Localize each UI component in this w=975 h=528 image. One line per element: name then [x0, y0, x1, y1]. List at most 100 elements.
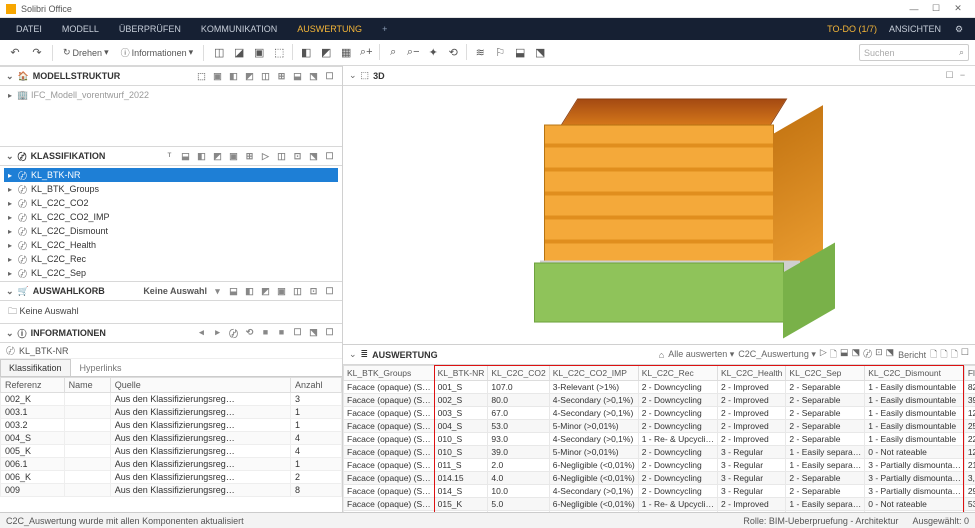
ausw-col-header[interactable]: KL_C2C_Health	[717, 366, 785, 381]
klass-hdr-icon-10[interactable]: ☐	[323, 151, 336, 162]
undo-button[interactable]: ↶	[6, 44, 24, 62]
info-table[interactable]: ReferenzNameQuelleAnzahl 002_KAus den Kl…	[0, 377, 342, 497]
info-col-header[interactable]: Name	[64, 378, 110, 393]
info-hdr-icon-1[interactable]: ▸	[211, 327, 224, 340]
info-hdr-icon-4[interactable]: ■	[259, 327, 272, 340]
settings-gear-icon[interactable]: ⚙	[949, 24, 969, 35]
table-row[interactable]: Facace (opaque) (S…010_S39.05-Minor (>0,…	[344, 446, 975, 459]
info-hdr-icon-6[interactable]: ☐	[291, 327, 304, 340]
toolbar-icon-15[interactable]: ⬔	[531, 44, 549, 62]
table-row[interactable]: 003.1Aus den Klassifizierungsreg…1	[1, 406, 342, 419]
panel-header-3d[interactable]: ⌄ ⬚ 3D ☐−	[343, 66, 975, 86]
klass-hdr-icon-3[interactable]: ◩	[211, 151, 224, 162]
info-dropdown[interactable]: ⓘ Informationen ▾	[117, 46, 198, 59]
menu-item-überprüfen[interactable]: ÜBERPRÜFEN	[109, 18, 191, 40]
toolbar-icon-7[interactable]: ⌕+	[357, 44, 375, 62]
ausw-hdr-icon-2[interactable]: ⬓	[840, 347, 849, 363]
klass-hdr-icon-8[interactable]: ⊡	[291, 151, 304, 162]
auswahl-hdr-icon-2[interactable]: ◧	[243, 286, 256, 297]
collapse-icon[interactable]: ⌄	[349, 70, 357, 81]
auswahl-hdr-icon-1[interactable]: ⬓	[227, 286, 240, 297]
report-button[interactable]: Bericht	[898, 350, 926, 360]
toolbar-icon-4[interactable]: ◧	[297, 44, 315, 62]
ausw-hdr-icon-6[interactable]: ⬔	[886, 347, 895, 363]
info-hdr-icon-8[interactable]: ☐	[323, 327, 336, 340]
auswertung-table[interactable]: KL_BTK_GroupsKL_BTK-NRKL_C2C_CO2KL_C2C_C…	[343, 365, 975, 528]
ausw-report-icon-0[interactable]: 🗋	[930, 347, 937, 363]
klass-node[interactable]: ▸〄KL_BTK_Groups	[4, 182, 338, 196]
table-row[interactable]: 006_KAus den Klassifizierungsreg…2	[1, 471, 342, 484]
evaluation-select[interactable]: C2C_Auswertung ▾	[738, 349, 816, 360]
ausw-col-header[interactable]: KL_C2C_Rec	[638, 366, 717, 381]
menu-item-auswertung[interactable]: AUSWERTUNG	[287, 18, 372, 40]
table-row[interactable]: 004_SAus den Klassifizierungsreg…4	[1, 432, 342, 445]
info-hdr-icon-5[interactable]: ■	[275, 327, 288, 340]
table-row[interactable]: Facace (opaque) (S…003_S67.04-Secondary …	[344, 407, 975, 420]
panel-header-auswertung[interactable]: ⌄ ≣ AUSWERTUNG ⌂ Alle auswerten ▾ C2C_Au…	[343, 345, 975, 365]
klass-node[interactable]: ▸〄KL_C2C_CO2	[4, 196, 338, 210]
rotate-dropdown[interactable]: ↻ Drehen ▾	[59, 47, 113, 58]
collapse-icon[interactable]: ⌄	[6, 286, 14, 297]
collapse-icon[interactable]: ⌄	[6, 71, 14, 82]
table-row[interactable]: Facace (opaque) (S…014_S10.04-Secondary …	[344, 485, 975, 498]
toolbar-icon-11[interactable]: ⟲	[444, 44, 462, 62]
info-col-header[interactable]: Referenz	[1, 378, 65, 393]
selection-dropdown[interactable]: Keine Auswahl	[139, 286, 211, 296]
klass-node[interactable]: ▸〄KL_BTK-NR	[4, 168, 338, 182]
auswahl-hdr-icon-4[interactable]: ▣	[275, 286, 288, 297]
info-col-header[interactable]: Quelle	[110, 378, 290, 393]
toolbar-icon-8[interactable]: ⌕	[384, 44, 402, 62]
ausw-col-header[interactable]: KL_C2C_CO2_IMP	[549, 366, 638, 381]
table-row[interactable]: Facace (opaque) (S…010_S93.04-Secondary …	[344, 433, 975, 446]
auswahl-hdr-icon-6[interactable]: ⊡	[307, 286, 320, 297]
auswahl-hdr-icon-0[interactable]: ▾	[211, 286, 224, 297]
model-hdr-icon-2[interactable]: ◧	[227, 71, 240, 82]
ausw-hdr-icon-4[interactable]: 〄	[863, 347, 872, 363]
evaluate-all-dropdown[interactable]: Alle auswerten ▾	[668, 349, 734, 360]
toolbar-icon-1[interactable]: ◪	[230, 44, 248, 62]
toolbar-icon-14[interactable]: ⬓	[511, 44, 529, 62]
ausw-hdr-icon-1[interactable]: 🗋	[830, 347, 837, 363]
klass-node[interactable]: ▸〄KL_C2C_Sep	[4, 266, 338, 280]
klass-hdr-icon-6[interactable]: ▷	[259, 151, 272, 162]
ausw-col-header[interactable]: KL_C2C_CO2	[488, 366, 549, 381]
ausw-col-header[interactable]: KL_BTK-NR	[434, 366, 488, 381]
panel-header-informationen[interactable]: ⌄ ⓘ INFORMATIONEN ◂▸〄⟲■■☐⬔☐	[0, 323, 342, 343]
window-maximize-button[interactable]: ☐	[925, 3, 947, 14]
model-hdr-icon-1[interactable]: ▣	[211, 71, 224, 82]
menu-item-modell[interactable]: MODELL	[52, 18, 109, 40]
table-row[interactable]: Facace (opaque) (S…004_S53.05-Minor (>0,…	[344, 420, 975, 433]
toolbar-icon-10[interactable]: ✦	[424, 44, 442, 62]
ausw-col-header[interactable]: KL_C2C_Sep	[786, 366, 865, 381]
view3d-hdr-icon-1[interactable]: −	[956, 70, 969, 80]
toolbar-icon-13[interactable]: ⚐	[491, 44, 509, 62]
panel-header-auswahlkorb[interactable]: ⌄ 🛒 AUSWAHLKORB Keine Auswahl ▾⬓◧◩▣◫⊡☐	[0, 281, 342, 301]
view3d-hdr-icon-0[interactable]: ☐	[943, 70, 956, 81]
ausw-report-icon-3[interactable]: ☐	[961, 347, 969, 363]
klass-node[interactable]: ▸〄KL_C2C_Rec	[4, 252, 338, 266]
3d-viewport[interactable]	[343, 86, 975, 344]
window-close-button[interactable]: ✕	[947, 3, 969, 14]
model-hdr-icon-8[interactable]: ☐	[323, 71, 336, 82]
toolbar-icon-2[interactable]: ▣	[250, 44, 268, 62]
model-hdr-icon-7[interactable]: ⬔	[307, 71, 320, 82]
toolbar-icon-6[interactable]: ▦	[337, 44, 355, 62]
model-hdr-icon-3[interactable]: ◩	[243, 71, 256, 82]
klass-node[interactable]: ▸〄KL_C2C_Health	[4, 238, 338, 252]
collapse-icon[interactable]: ⌄	[349, 349, 357, 360]
ausw-hdr-icon-0[interactable]: ▷	[820, 347, 827, 363]
menu-add-tab[interactable]: +	[372, 18, 397, 40]
info-tab-klassifikation[interactable]: Klassifikation	[0, 359, 71, 376]
model-hdr-icon-5[interactable]: ⊞	[275, 71, 288, 82]
menu-item-datei[interactable]: DATEI	[6, 18, 52, 40]
toolbar-icon-0[interactable]: ◫	[210, 44, 228, 62]
search-input[interactable]: Suchen ⌕	[859, 44, 969, 61]
ausw-col-header[interactable]: KL_BTK_Groups	[344, 366, 435, 381]
model-hdr-icon-4[interactable]: ◫	[259, 71, 272, 82]
panel-header-modellstruktur[interactable]: ⌄ 🏠 MODELLSTRUKTUR ⬚▣◧◩◫⊞⬓⬔☐	[0, 66, 342, 86]
toolbar-icon-9[interactable]: ⌕−	[404, 44, 422, 62]
ausw-col-header[interactable]: KL_C2C_Dismount	[865, 366, 965, 381]
auswahl-hdr-icon-5[interactable]: ◫	[291, 286, 304, 297]
table-row[interactable]: 009Aus den Klassifizierungsreg…8	[1, 484, 342, 497]
info-col-header[interactable]: Anzahl	[290, 378, 341, 393]
